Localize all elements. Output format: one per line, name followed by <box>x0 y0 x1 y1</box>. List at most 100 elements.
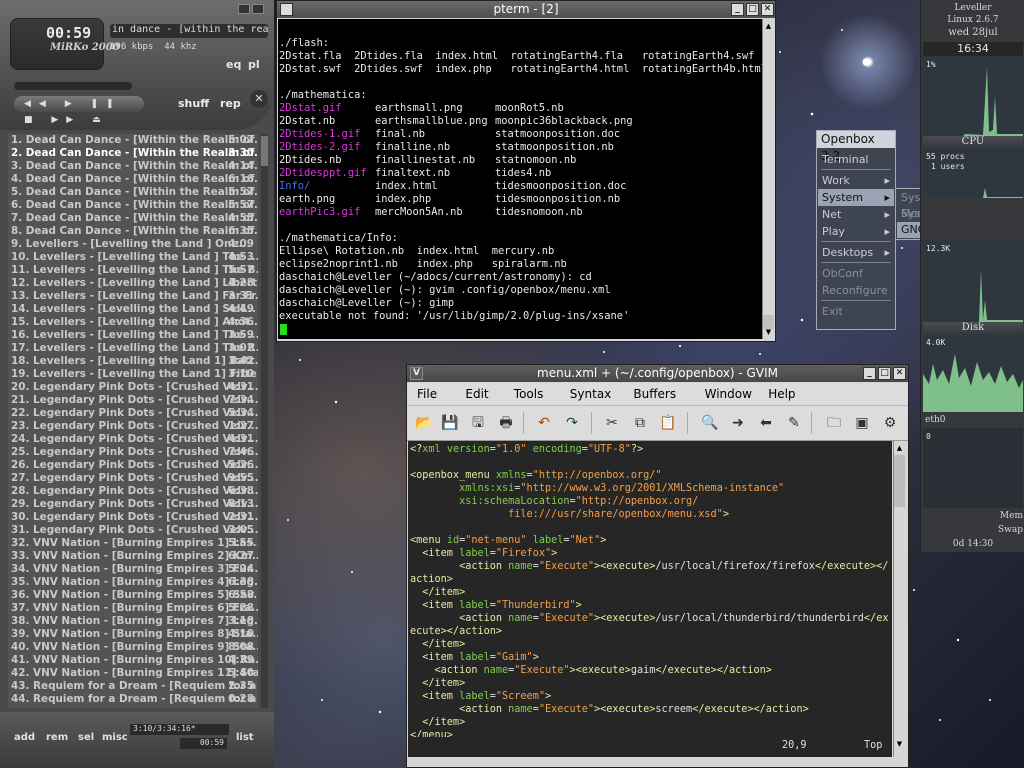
xmms-close-button[interactable] <box>252 4 264 14</box>
window-menu-button[interactable] <box>280 3 293 16</box>
load-session-icon[interactable]: 🗀 <box>825 414 843 432</box>
pterm-titlebar[interactable]: pterm - [2] _ □ ✕ <box>277 1 775 18</box>
close-icon[interactable]: ✕ <box>250 90 268 108</box>
playlist-item[interactable]: 33. VNV Nation - [Burning Empires 2] Kin… <box>8 550 258 563</box>
menu-item-play[interactable]: Play ▸ <box>818 223 894 240</box>
editor-scrollbar[interactable]: ▲ ▼ <box>893 441 907 757</box>
menu-item-exit[interactable]: Exit <box>818 303 894 320</box>
redo-icon[interactable]: ↷ <box>563 414 581 432</box>
scroll-up-icon[interactable]: ▲ <box>763 21 774 32</box>
scroll-down-icon[interactable]: ▼ <box>894 739 905 750</box>
maximize-button[interactable]: □ <box>746 3 759 16</box>
playlist-item[interactable]: 24. Legendary Pink Dots - [Crushed Velv.… <box>8 433 258 446</box>
menu-help[interactable]: Help <box>768 387 795 401</box>
terminal-scrollbar[interactable]: ▲ ▼ <box>762 19 775 339</box>
playlist[interactable]: 1. Dead Can Dance - [Within the Realm of… <box>8 134 258 708</box>
menu-item-system[interactable]: System ▸ <box>818 189 894 206</box>
replace-icon[interactable]: ✎ <box>785 414 803 432</box>
menu-file[interactable]: File <box>417 387 437 401</box>
playlist-item[interactable]: 43. Requiem for a Dream - [Requiem for a… <box>8 680 258 693</box>
menu-item-desktops[interactable]: Desktops ▸ <box>818 244 894 261</box>
open-folder-icon[interactable]: 📂 <box>415 414 433 432</box>
playlist-item[interactable]: 28. Legendary Pink Dots - [Crushed Velv.… <box>8 485 258 498</box>
playlist-item[interactable]: 13. Levellers - [Levelling the Land ] Fa… <box>8 290 258 303</box>
playlist-item[interactable]: 9. Levellers - [Levelling the Land ] One… <box>8 238 258 251</box>
menu-buffers[interactable]: Buffers <box>633 387 676 401</box>
playlist-scrollbar[interactable] <box>261 134 268 708</box>
eq-button[interactable]: eq <box>226 58 241 71</box>
playlist-item[interactable]: 37. VNV Nation - [Burning Empires 6] Fra… <box>8 602 258 615</box>
playlist-item[interactable]: 40. VNV Nation - [Burning Empires 9] Sta… <box>8 641 258 654</box>
playlist-item[interactable]: 3. Dead Can Dance - [Within the Realm of… <box>8 160 258 173</box>
playlist-item[interactable]: 29. Legendary Pink Dots - [Crushed Velv.… <box>8 498 258 511</box>
menu-tools[interactable]: Tools <box>514 387 544 401</box>
playlist-item[interactable]: 8. Dead Can Dance - [Within the Realm of… <box>8 225 258 238</box>
playlist-item[interactable]: 39. VNV Nation - [Burning Empires 8] Sta… <box>8 628 258 641</box>
playlist-item[interactable]: 19. Levellers - [Levelling the Land 1] F… <box>8 368 258 381</box>
cut-icon[interactable]: ✂ <box>603 414 621 432</box>
playlist-item[interactable]: 32. VNV Nation - [Burning Empires 1] Las… <box>8 537 258 550</box>
playlist-item[interactable]: 41. VNV Nation - [Burning Empires 10] Ra… <box>8 654 258 667</box>
playlist-item[interactable]: 14. Levellers - [Levelling the Land ] Se… <box>8 303 258 316</box>
add-button[interactable]: add <box>14 732 35 743</box>
playlist-item[interactable]: 10. Levellers - [Levelling the Land ] Th… <box>8 251 258 264</box>
gvim-titlebar[interactable]: V menu.xml + (~/.config/openbox) - GVIM … <box>407 365 908 382</box>
scroll-down-icon[interactable]: ▼ <box>763 327 774 338</box>
playlist-item[interactable]: 30. Legendary Pink Dots - [Crushed Velv.… <box>8 511 258 524</box>
minimize-button[interactable]: _ <box>863 367 876 380</box>
playlist-item[interactable]: 21. Legendary Pink Dots - [Crushed Velv.… <box>8 394 258 407</box>
save-all-icon[interactable]: 🖫 <box>469 414 487 432</box>
seek-slider[interactable] <box>14 82 132 90</box>
undo-icon[interactable]: ↶ <box>535 414 553 432</box>
playlist-button[interactable]: pl <box>248 58 260 71</box>
playlist-item[interactable]: 36. VNV Nation - [Burning Empires 5] Sav… <box>8 589 258 602</box>
menu-item-obconf[interactable]: ObConf <box>818 265 894 282</box>
editor-buffer[interactable]: <?xml version="1.0" encoding="UTF-8"?> <o… <box>408 441 892 757</box>
copy-icon[interactable]: ⧉ <box>631 414 649 432</box>
playlist-item[interactable]: 27. Legendary Pink Dots - [Crushed Velv.… <box>8 472 258 485</box>
playlist-item[interactable]: 26. Legendary Pink Dots - [Crushed Velv.… <box>8 459 258 472</box>
playlist-item[interactable]: 44. Requiem for a Dream - [Requiem for a… <box>8 693 258 706</box>
menu-edit[interactable]: Edit <box>465 387 488 401</box>
find-previous-icon[interactable]: ⬅ <box>757 414 775 432</box>
find-next-icon[interactable]: ➜ <box>729 414 747 432</box>
playlist-item[interactable]: 1. Dead Can Dance - [Within the Realm of… <box>8 134 258 147</box>
close-button[interactable]: ✕ <box>893 367 906 380</box>
playlist-item[interactable]: 15. Levellers - [Levelling the Land ] An… <box>8 316 258 329</box>
xmms-minimize-button[interactable] <box>238 4 250 14</box>
select-button[interactable]: sel <box>78 732 94 743</box>
scrollbar-thumb[interactable] <box>261 136 268 166</box>
playlist-item[interactable]: 22. Legendary Pink Dots - [Crushed Velv.… <box>8 407 258 420</box>
playlist-item[interactable]: 12. Levellers - [Levelling the Land ] Li… <box>8 277 258 290</box>
menu-item-work[interactable]: Work ▸ <box>818 172 894 189</box>
find-icon[interactable]: 🔍 <box>701 414 719 432</box>
print-icon[interactable]: 🖶 <box>497 414 515 432</box>
repeat-button[interactable]: rep <box>220 97 241 110</box>
close-button[interactable]: ✕ <box>761 3 774 16</box>
shuffle-button[interactable]: shuff <box>178 97 209 110</box>
paste-icon[interactable]: 📋 <box>659 414 677 432</box>
playlist-item[interactable]: 5. Dead Can Dance - [Within the Realm of… <box>8 186 258 199</box>
menu-item-net[interactable]: Net ▸ <box>818 206 894 223</box>
playlist-item[interactable]: 6. Dead Can Dance - [Within the Realm of… <box>8 199 258 212</box>
playlist-item[interactable]: 17. Levellers - [Levelling the Land ] Th… <box>8 342 258 355</box>
list-button[interactable]: list <box>236 732 254 743</box>
misc-button[interactable]: misc <box>102 732 128 743</box>
menu-syntax[interactable]: Syntax <box>570 387 611 401</box>
playlist-item[interactable]: 16. Levellers - [Levelling the Land ] Th… <box>8 329 258 342</box>
maximize-button[interactable]: □ <box>878 367 891 380</box>
playlist-item[interactable]: 11. Levellers - [Levelling the Land ] Th… <box>8 264 258 277</box>
remove-button[interactable]: rem <box>46 732 68 743</box>
settings-gear-icon[interactable]: ⚙ <box>881 414 899 432</box>
save-session-icon[interactable]: ▣ <box>853 414 871 432</box>
playlist-item[interactable]: 38. VNV Nation - [Burning Empires 7] Leg… <box>8 615 258 628</box>
playlist-item[interactable]: 4. Dead Can Dance - [Within the Realm of… <box>8 173 258 186</box>
menu-window[interactable]: Window <box>705 387 752 401</box>
playlist-item[interactable]: 7. Dead Can Dance - [Within the Realm of… <box>8 212 258 225</box>
playlist-item[interactable]: 35. VNV Nation - [Burning Empires 4] Leg… <box>8 576 258 589</box>
menu-item-terminal[interactable]: Terminal <box>818 151 894 168</box>
playlist-item[interactable]: 18. Levellers - [Levelling the Land 1] B… <box>8 355 258 368</box>
minimize-button[interactable]: _ <box>731 3 744 16</box>
menu-item-reconfigure[interactable]: Reconfigure <box>818 282 894 299</box>
playlist-item[interactable]: 25. Legendary Pink Dots - [Crushed Velv.… <box>8 446 258 459</box>
